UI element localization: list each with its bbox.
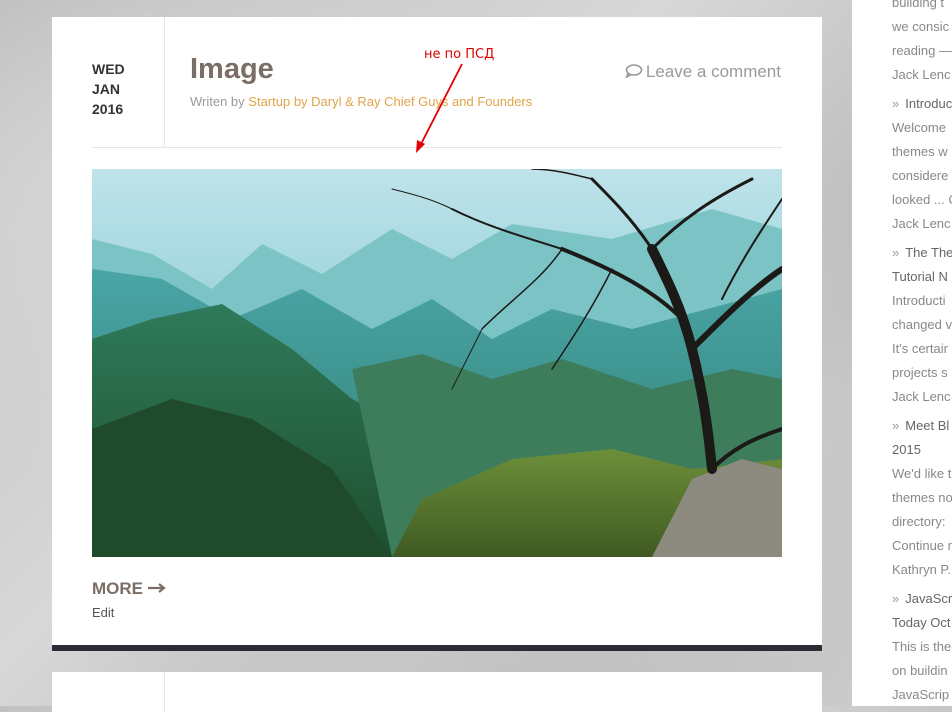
sidebar-post-excerpt: looked ... C <box>892 192 952 207</box>
sidebar-post-author: Jack Lenc <box>892 216 951 231</box>
header-divider <box>92 147 782 148</box>
sidebar-post-title-text: Introduc <box>905 96 952 111</box>
chevron-right-icon: » <box>892 245 900 260</box>
sidebar-post-excerpt: We'd like t <box>892 466 952 481</box>
next-post-card <box>52 672 822 712</box>
sidebar-post-excerpt: reading — <box>892 43 952 58</box>
sidebar-post-title[interactable]: » JavaScr <box>892 587 952 611</box>
sidebar-post-excerpt: This is the <box>892 639 952 654</box>
sidebar-post-title-text: The The <box>905 245 952 260</box>
leave-comment-label: Leave a comment <box>645 62 781 81</box>
post-image[interactable] <box>92 169 782 557</box>
sidebar-post-author: Kathryn P. <box>892 562 952 577</box>
sidebar-post-excerpt: projects s <box>892 365 948 380</box>
edit-link[interactable]: Edit <box>92 605 114 620</box>
post-card: WED JAN 2016 Image Writen by Startup by … <box>52 17 822 645</box>
sidebar-post-title-text: 2015 <box>892 442 921 457</box>
post-title[interactable]: Image <box>190 53 274 86</box>
landscape-photo <box>92 169 782 557</box>
date-year: 2016 <box>92 101 124 117</box>
sidebar-post-excerpt: Continue r <box>892 538 952 553</box>
byline-prefix: Writen by <box>190 94 245 109</box>
sidebar-post-title-text: Tutorial N <box>892 269 948 284</box>
post-card-bottom-border <box>52 645 822 651</box>
sidebar-posts-list: building t we consic reading — Jack Lenc » In… <box>892 0 952 706</box>
sidebar-post-title[interactable]: 2015 <box>892 438 952 462</box>
sidebar-post-excerpt: directory: <box>892 514 946 529</box>
sidebar-post-title-text: Meet Bl <box>905 418 950 433</box>
date-month: JAN <box>92 81 121 97</box>
chevron-right-icon: » <box>892 591 900 606</box>
next-post-date-divider <box>164 672 165 712</box>
sidebar-post-excerpt: we consic <box>892 19 950 34</box>
comment-icon <box>625 64 643 78</box>
author-link[interactable]: Startup by Daryl & Ray Chief Guys and Fo… <box>248 94 532 109</box>
sidebar-post-title[interactable]: Tutorial N <box>892 265 952 289</box>
leave-comment-link[interactable]: Leave a comment <box>621 60 781 84</box>
more-link[interactable]: MORE <box>92 579 166 599</box>
annotation-text: не по ПСД <box>424 47 495 62</box>
arrow-right-icon <box>147 583 166 593</box>
post-byline: Writen by Startup by Daryl & Ray Chief G… <box>190 94 532 109</box>
sidebar-post-author: Jack Lenc <box>892 389 951 404</box>
chevron-right-icon: » <box>892 418 900 433</box>
sidebar-post-title[interactable]: » Meet Bl <box>892 414 952 438</box>
sidebar-post-excerpt: on buildin <box>892 663 948 678</box>
sidebar-post-excerpt: considere <box>892 168 949 183</box>
sidebar-post-excerpt: themes w <box>892 144 948 159</box>
sidebar-post-excerpt: Welcome <box>892 120 946 135</box>
sidebar-post-title[interactable]: » The The <box>892 241 952 265</box>
date-weekday: WED <box>92 61 125 77</box>
sidebar-post-excerpt: JavaScrip <box>892 687 950 702</box>
sidebar-post-title[interactable]: Today Oct <box>892 611 952 635</box>
sidebar-post-excerpt: themes no <box>892 490 952 505</box>
sidebar-post-excerpt: building t <box>892 0 945 10</box>
sidebar-post-title-text: Today Oct <box>892 615 951 630</box>
more-label: MORE <box>92 579 143 598</box>
post-date: WED JAN 2016 <box>92 59 125 119</box>
sidebar-post-title-text: JavaScr <box>905 591 952 606</box>
sidebar-post-author: Jack Lenc <box>892 67 951 82</box>
chevron-right-icon: » <box>892 96 900 111</box>
sidebar-post-excerpt: Introducti <box>892 293 946 308</box>
sidebar: building t we consic reading — Jack Lenc » In… <box>852 0 952 706</box>
sidebar-post-excerpt: It's certair <box>892 341 948 356</box>
sidebar-post-title[interactable]: » Introduc <box>892 92 952 116</box>
date-divider <box>164 17 165 147</box>
sidebar-post-excerpt: changed v <box>892 317 952 332</box>
